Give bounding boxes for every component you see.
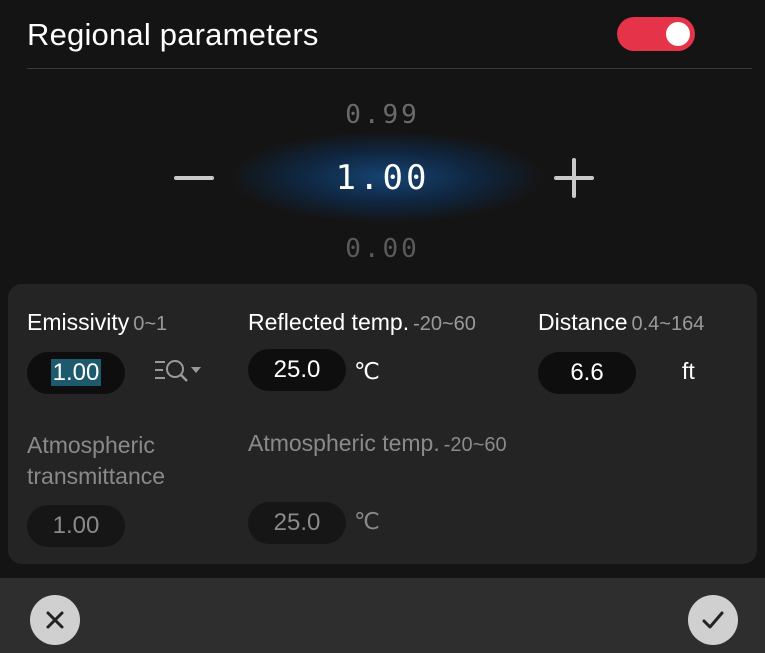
atmospheric-transmittance-input[interactable]: 1.00 — [27, 505, 125, 547]
atmospheric-transmittance-label-line1: Atmospheric — [27, 432, 155, 458]
emissivity-label: Emissivity 0~1 — [27, 309, 167, 336]
distance-unit: ft — [682, 358, 695, 384]
emissivity-input[interactable]: 1.00 — [27, 352, 125, 394]
check-icon — [702, 611, 724, 629]
reflected-temp-label: Reflected temp. -20~60 — [248, 309, 476, 336]
atmospheric-temp-unit: ℃ — [354, 508, 380, 534]
parameters-panel: Emissivity 0~1 1.00 Reflected temp. -20~60… — [8, 284, 757, 564]
distance-label: Distance 0.4~164 — [538, 309, 704, 336]
header-divider — [27, 68, 752, 69]
page-title: Regional parameters — [27, 17, 319, 52]
plus-icon-vertical — [572, 158, 576, 198]
lens-search-dropdown-icon — [155, 360, 201, 382]
picker-prev-value[interactable]: 0.99 — [0, 100, 765, 130]
increment-button[interactable] — [552, 158, 596, 202]
value-picker[interactable]: 0.99 1.00 0.00 — [0, 80, 765, 280]
toggle-knob — [666, 22, 690, 46]
atmospheric-transmittance-label: Atmospheric transmittance — [27, 430, 165, 492]
header: Regional parameters — [0, 0, 765, 70]
reflected-temp-label-text: Reflected temp. — [248, 309, 410, 335]
regional-parameters-toggle[interactable] — [617, 17, 695, 51]
atmospheric-temp-label-text: Atmospheric temp. — [248, 430, 440, 456]
distance-label-text: Distance — [538, 309, 628, 335]
atmospheric-temp-label: Atmospheric temp. -20~60 — [248, 430, 507, 457]
picker-next-value[interactable]: 0.00 — [0, 234, 765, 264]
emissivity-label-text: Emissivity — [27, 309, 130, 335]
emissivity-value: 1.00 — [50, 359, 102, 386]
regional-parameters-screen: Regional parameters 0.99 1.00 0.00 Emiss… — [0, 0, 765, 653]
close-icon — [46, 611, 64, 629]
decrement-button[interactable] — [170, 158, 220, 198]
reflected-temp-input[interactable]: 25.0 — [248, 349, 346, 391]
atmospheric-temp-range: -20~60 — [443, 434, 507, 456]
reflected-temp-range: -20~60 — [413, 313, 476, 335]
distance-input[interactable]: 6.6 — [538, 352, 636, 394]
distance-range: 0.4~164 — [631, 313, 705, 335]
emissivity-tool-button[interactable] — [153, 354, 209, 390]
cancel-button[interactable] — [30, 595, 80, 645]
minus-icon — [174, 176, 214, 180]
emissivity-range: 0~1 — [133, 313, 168, 335]
atmospheric-temp-input[interactable]: 25.0 — [248, 502, 346, 544]
confirm-button[interactable] — [688, 595, 738, 645]
picker-current-value[interactable]: 1.00 — [0, 158, 765, 198]
atmospheric-transmittance-label-line2: transmittance — [27, 463, 166, 489]
reflected-temp-unit: ℃ — [354, 358, 380, 384]
bottom-action-bar — [0, 578, 765, 653]
